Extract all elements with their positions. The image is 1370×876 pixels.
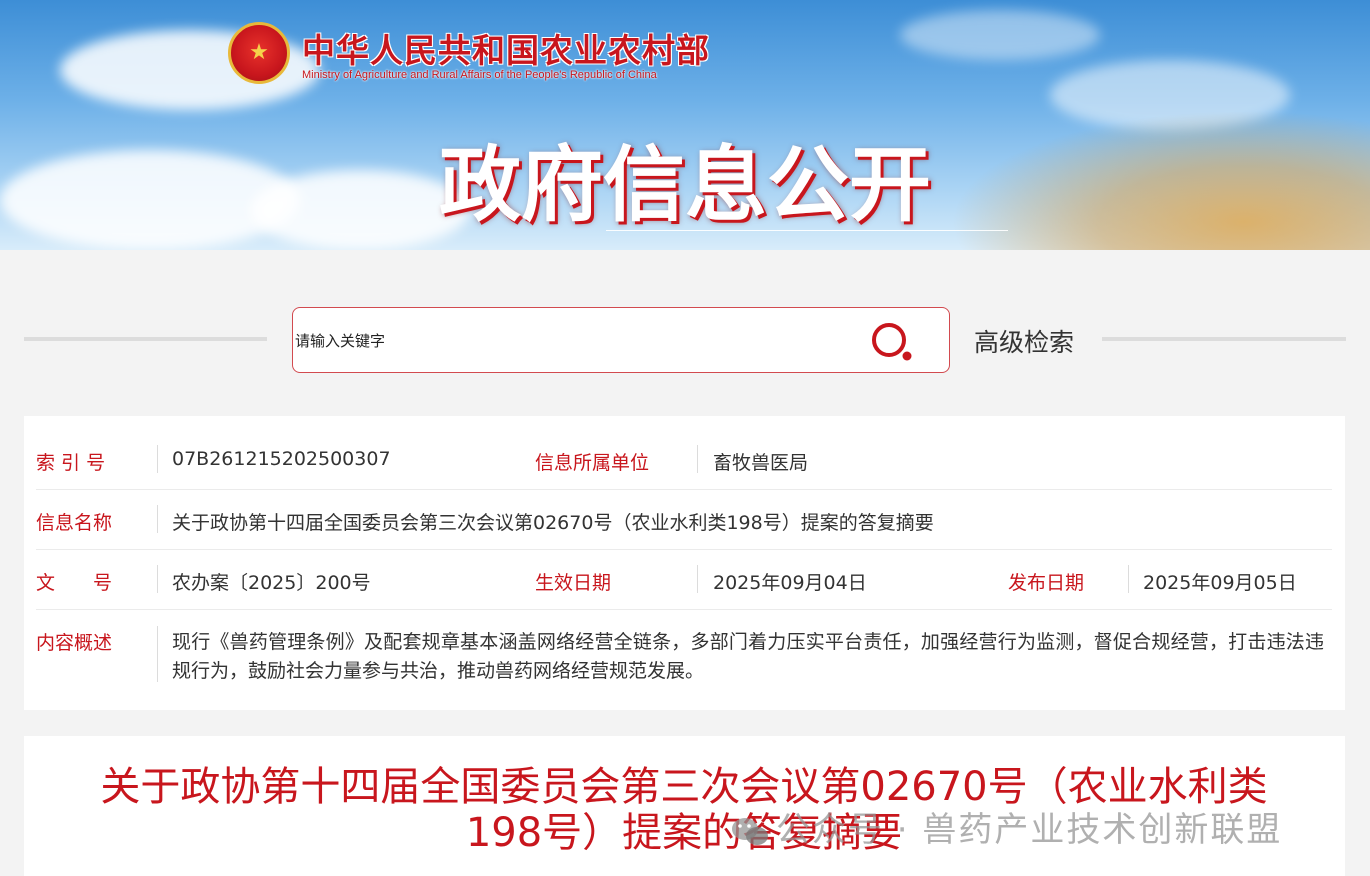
publish-date-value: 2025年09月05日	[1143, 572, 1297, 594]
search-divider-right	[1102, 337, 1346, 341]
info-row-name: 信息名称 关于政协第十四届全国委员会第三次会议第02670号（农业水利类198号…	[36, 490, 1332, 550]
index-label: 索 引 号	[36, 452, 106, 474]
info-row-doc: 文 号 农办案〔2025〕200号 生效日期 2025年09月04日 发布日期 …	[36, 550, 1332, 610]
column-divider	[157, 445, 158, 473]
column-divider	[697, 445, 698, 473]
search-divider-left	[24, 337, 267, 341]
ministry-name-en: Ministry of Agriculture and Rural Affair…	[302, 69, 657, 81]
info-row-index: 索 引 号 07B261215202500307 信息所属单位 畜牧兽医局	[36, 430, 1332, 490]
column-divider	[697, 565, 698, 593]
header-banner: ★ 中华人民共和国农业农村部 Ministry of Agriculture a…	[0, 0, 1370, 250]
document-info-card: 索 引 号 07B261215202500307 信息所属单位 畜牧兽医局 信息…	[24, 416, 1345, 710]
effective-date-label: 生效日期	[535, 572, 612, 594]
cloud-decoration	[900, 10, 1100, 60]
watermark: 公众号 · 兽药产业技术创新联盟	[730, 802, 1282, 851]
publish-date-label: 发布日期	[1008, 572, 1085, 594]
banner-divider	[606, 230, 1008, 231]
national-emblem-icon[interactable]: ★	[228, 22, 290, 84]
search-icon[interactable]	[869, 319, 915, 365]
column-divider	[1128, 565, 1129, 593]
effective-date-value: 2025年09月04日	[713, 572, 867, 594]
wechat-icon	[732, 817, 768, 845]
summary-label: 内容概述	[36, 632, 113, 654]
column-divider	[157, 626, 158, 682]
banner-title: 政府信息公开	[438, 138, 931, 233]
doc-number-label: 文 号	[36, 572, 113, 594]
search-box	[292, 307, 950, 373]
advanced-search-link[interactable]: 高级检索	[974, 323, 1074, 359]
column-divider	[157, 505, 158, 533]
doc-number-value: 农办案〔2025〕200号	[172, 572, 371, 594]
watermark-text: 公众号 · 兽药产业技术创新联盟	[776, 810, 1283, 850]
name-label: 信息名称	[36, 512, 113, 534]
ministry-name[interactable]: 中华人民共和国农业农村部	[302, 24, 710, 72]
column-divider	[157, 565, 158, 593]
summary-value: 现行《兽药管理条例》及配套规章基本涵盖网络经营全链条，多部门着力压实平台责任，加…	[172, 631, 1324, 682]
name-value: 关于政协第十四届全国委员会第三次会议第02670号（农业水利类198号）提案的答…	[172, 512, 934, 534]
search-input[interactable]	[295, 328, 855, 354]
index-value: 07B261215202500307	[172, 448, 391, 470]
unit-label: 信息所属单位	[535, 452, 650, 474]
unit-value: 畜牧兽医局	[713, 452, 809, 474]
